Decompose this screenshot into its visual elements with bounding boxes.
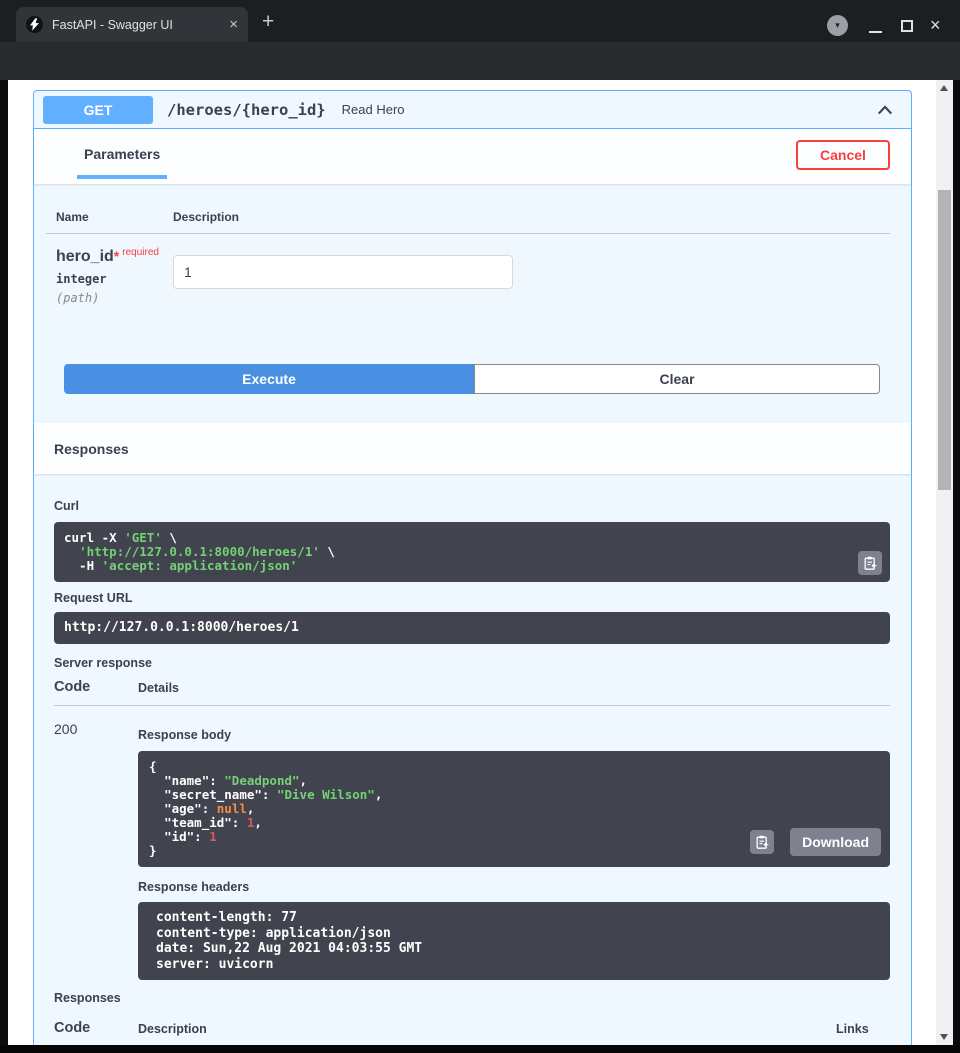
operation-path: /heroes/{hero_id} <box>167 101 326 119</box>
server-code-header: Code <box>54 679 138 695</box>
tab-parameters[interactable]: Parameters <box>77 146 167 179</box>
param-location: (path) <box>56 291 173 305</box>
server-response-row: 200 Response body { "name": "Deadpond", … <box>54 706 890 980</box>
scrollbar-thumb[interactable] <box>938 190 951 490</box>
browser-toolbar: i 127.0.0.1:8000/docs#/default/read_hero… <box>0 42 960 80</box>
copy-response-button[interactable] <box>750 830 774 854</box>
required-label: required <box>122 247 159 258</box>
request-url-block: http://127.0.0.1:8000/heroes/1 <box>54 612 890 644</box>
operation-header[interactable]: GET /heroes/{hero_id} Read Hero <box>34 91 911 129</box>
window-frame-bottom <box>0 1045 960 1053</box>
execute-button[interactable]: Execute <box>64 364 474 394</box>
opblock-get-heroes: GET /heroes/{hero_id} Read Hero Paramete… <box>33 90 912 1045</box>
doc-code-header: Code <box>54 1020 138 1036</box>
new-tab-button[interactable]: + <box>262 10 274 34</box>
execute-wrapper: Execute Clear <box>64 364 880 394</box>
request-url-label: Request URL <box>54 591 890 605</box>
curl-code-block: curl -X 'GET' \ 'http://127.0.0.1:8000/h… <box>54 522 890 582</box>
clear-button[interactable]: Clear <box>474 364 880 394</box>
tab-search-button[interactable]: ▾ <box>827 15 848 36</box>
scroll-up-arrow-icon[interactable] <box>940 85 948 91</box>
collapse-chevron-icon[interactable] <box>876 102 894 118</box>
status-code: 200 <box>54 721 138 980</box>
operation-summary: Read Hero <box>342 102 405 117</box>
required-asterisk: * <box>114 248 119 264</box>
parameter-row: hero_id*required integer (path) <box>46 234 890 305</box>
method-badge: GET <box>43 96 153 124</box>
swagger-page: GET /heroes/{hero_id} Read Hero Paramete… <box>8 80 936 1045</box>
window-close-button[interactable]: × <box>930 15 941 36</box>
param-description-header: Description <box>173 210 890 224</box>
parameters-table: Name Description hero_id*required intege… <box>34 184 911 364</box>
server-response-label: Server response <box>54 656 890 670</box>
maximize-button[interactable] <box>901 20 913 32</box>
curl-label: Curl <box>54 499 890 513</box>
responses-inner: Curl curl -X 'GET' \ 'http://127.0.0.1:8… <box>34 474 911 1045</box>
parameters-section-header: Parameters Cancel <box>34 129 911 184</box>
browser-window: FastAPI - Swagger UI × + ▾ × i 127.0.0.1… <box>0 0 960 1053</box>
param-type: integer <box>56 272 173 286</box>
doc-links-header: Links <box>836 1022 890 1036</box>
responses-section-header: Responses <box>34 423 911 474</box>
documented-responses-title: Responses <box>54 991 890 1005</box>
copy-curl-button[interactable] <box>858 551 882 575</box>
param-name-header: Name <box>46 210 173 224</box>
download-button[interactable]: Download <box>790 828 881 856</box>
response-headers-label: Response headers <box>138 880 890 894</box>
window-frame-left <box>0 80 8 1053</box>
response-headers-block: content-length: 77 content-type: applica… <box>138 902 890 980</box>
tab-title: FastAPI - Swagger UI <box>52 18 223 32</box>
minimize-button[interactable] <box>869 31 882 33</box>
server-details-header: Details <box>138 681 179 695</box>
hero-id-input[interactable] <box>173 255 513 289</box>
response-body-label: Response body <box>138 728 890 742</box>
cancel-button[interactable]: Cancel <box>796 140 890 170</box>
page-scrollbar[interactable] <box>936 80 953 1045</box>
response-body-block: { "name": "Deadpond", "secret_name": "Di… <box>138 751 890 867</box>
scroll-down-arrow-icon[interactable] <box>940 1034 948 1040</box>
tab-close-icon[interactable]: × <box>229 17 238 32</box>
doc-description-header: Description <box>138 1022 836 1036</box>
browser-tab[interactable]: FastAPI - Swagger UI × <box>16 7 248 42</box>
responses-title: Responses <box>34 441 129 457</box>
tab-bar: FastAPI - Swagger UI × + ▾ × <box>0 0 960 42</box>
fastapi-favicon-icon <box>26 16 43 33</box>
window-frame-right <box>953 80 960 1053</box>
param-name: hero_id <box>56 248 114 265</box>
